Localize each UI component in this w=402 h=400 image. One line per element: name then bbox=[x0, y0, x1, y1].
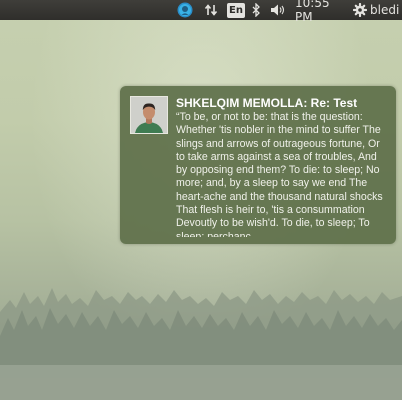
notification-body: “To be, or not to be: that is the questi… bbox=[176, 111, 383, 237]
clock[interactable]: 10:55 PM bbox=[295, 0, 345, 24]
network-updown-icon[interactable] bbox=[202, 0, 220, 20]
sender-avatar bbox=[130, 96, 168, 134]
user-menu[interactable]: bledi bbox=[370, 0, 402, 20]
messaging-indicator-icon[interactable] bbox=[176, 0, 194, 20]
top-panel: En 10:55 PM bledi bbox=[0, 0, 402, 24]
notification-title: SHKELQIM MEMOLLA: Re: Test bbox=[176, 96, 358, 110]
clock-label: 10:55 PM bbox=[295, 0, 330, 24]
keyboard-language-label: En bbox=[227, 2, 245, 18]
bluetooth-icon[interactable] bbox=[249, 0, 263, 20]
gear-icon[interactable] bbox=[352, 0, 368, 20]
keyboard-language-indicator[interactable]: En bbox=[227, 0, 245, 20]
user-name: bledi bbox=[370, 3, 400, 17]
volume-icon[interactable] bbox=[269, 0, 287, 20]
notification-bubble: SHKELQIM MEMOLLA: Re: Test “To be, or no… bbox=[120, 86, 396, 244]
wallpaper-treeline bbox=[0, 288, 402, 400]
